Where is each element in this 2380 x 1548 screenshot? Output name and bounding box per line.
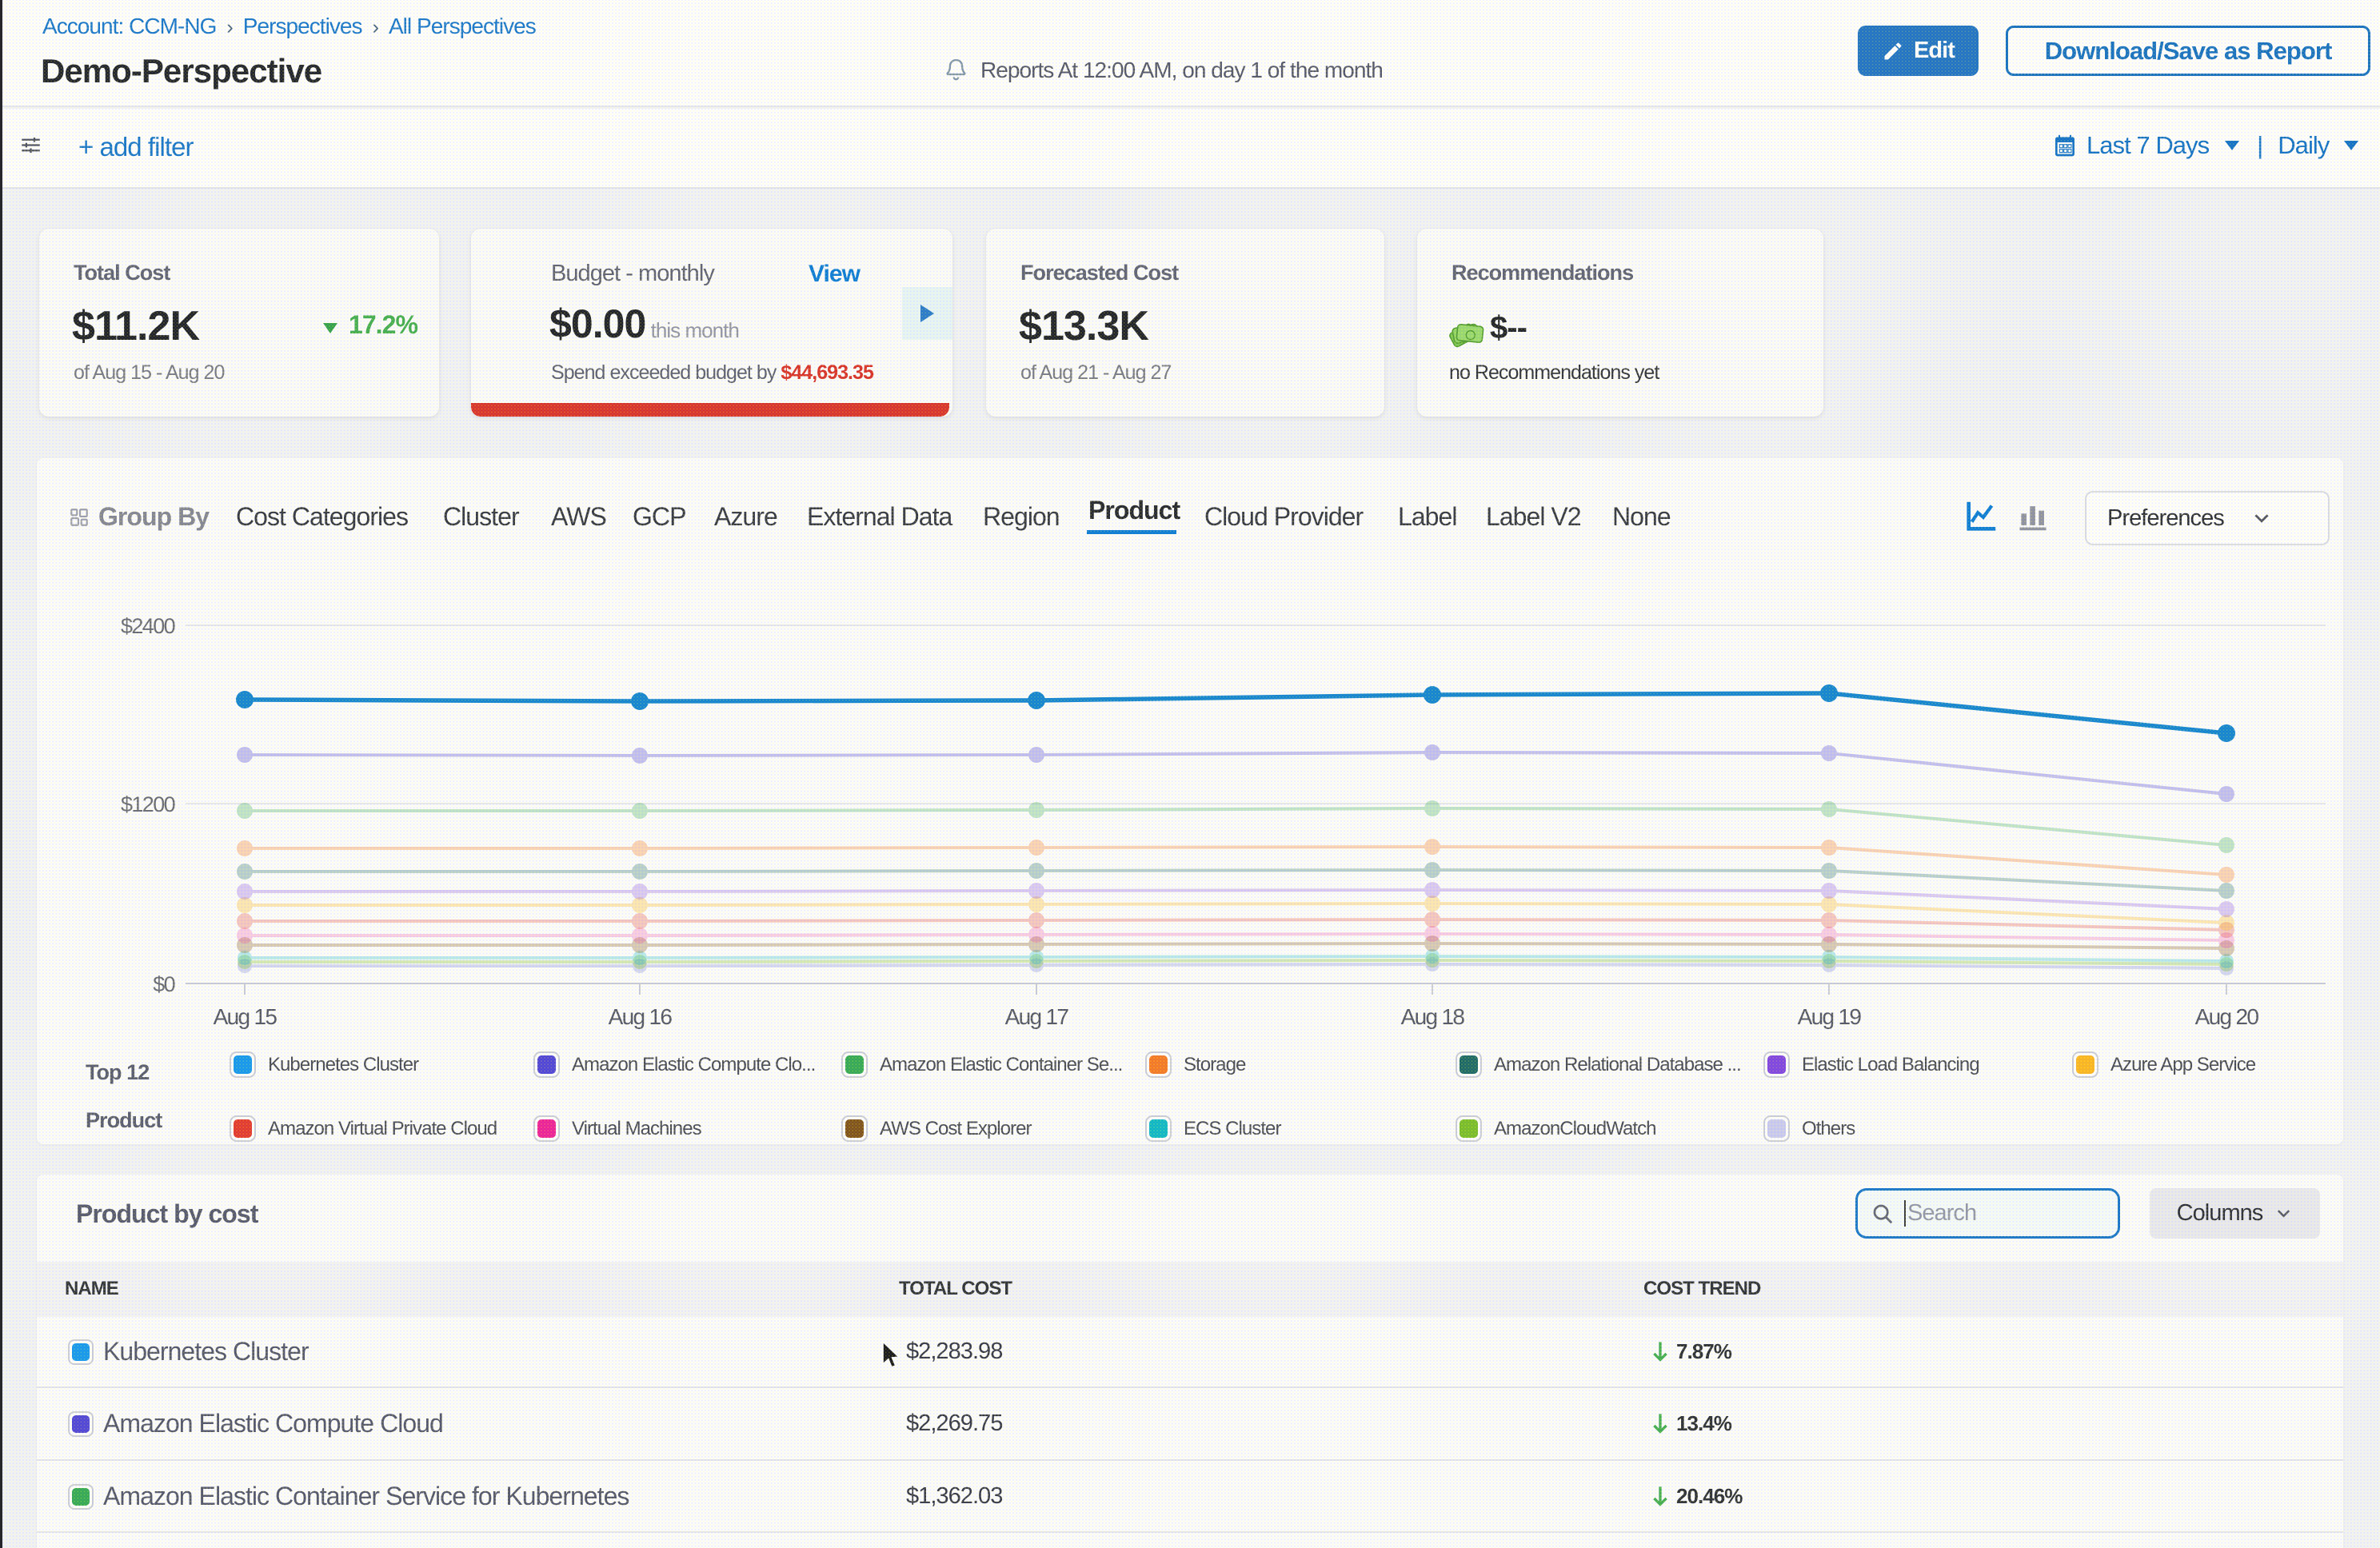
svg-text:$1200: $1200 xyxy=(121,792,175,816)
svg-text:Aug 17: Aug 17 xyxy=(1005,1004,1069,1029)
svg-text:Aug 20: Aug 20 xyxy=(2195,1004,2259,1029)
svg-text:$0: $0 xyxy=(153,972,174,996)
svg-text:Aug 19: Aug 19 xyxy=(1798,1004,1862,1029)
svg-text:Aug 16: Aug 16 xyxy=(609,1004,673,1029)
svg-text:Aug 18: Aug 18 xyxy=(1401,1004,1465,1029)
svg-text:$2400: $2400 xyxy=(121,614,175,638)
svg-text:Aug 15: Aug 15 xyxy=(214,1004,278,1029)
